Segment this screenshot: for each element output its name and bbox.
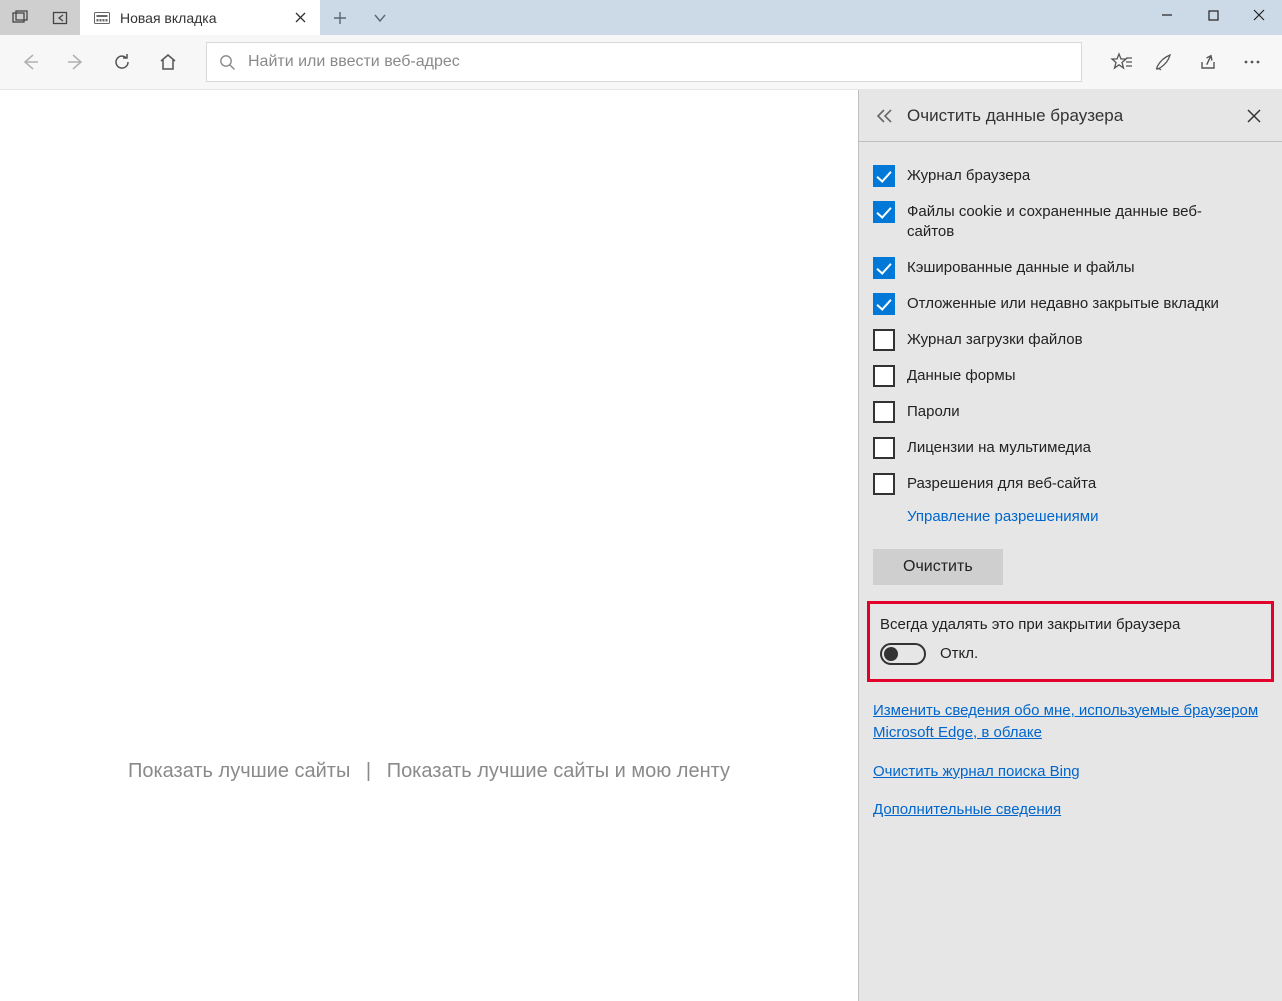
always-clear-toggle[interactable] xyxy=(880,643,926,665)
manage-permissions-link[interactable]: Управление разрешениями xyxy=(907,508,1268,525)
nav-home-button[interactable] xyxy=(146,40,190,84)
clear-data-option[interactable]: Лицензии на мультимедиа xyxy=(873,430,1268,466)
browser-tab[interactable]: Новая вкладка xyxy=(80,0,320,35)
plus-icon xyxy=(333,11,347,25)
clear-button[interactable]: Очистить xyxy=(873,549,1003,585)
always-clear-title: Всегда удалять это при закрытии браузера xyxy=(880,616,1261,633)
panel-title: Очистить данные браузера xyxy=(907,106,1230,126)
share-button[interactable] xyxy=(1186,40,1230,84)
checkbox-label: Файлы cookie и сохраненные данные веб-са… xyxy=(907,201,1247,243)
checkbox[interactable] xyxy=(873,365,895,387)
nav-back-button[interactable] xyxy=(8,40,52,84)
tab-title: Новая вкладка xyxy=(120,10,280,26)
toggle-state-label: Откл. xyxy=(940,645,978,662)
panel-back-button[interactable] xyxy=(871,102,899,130)
panel-header: Очистить данные браузера xyxy=(859,90,1282,142)
checkbox-label: Данные формы xyxy=(907,365,1015,386)
toggle-knob xyxy=(884,647,898,661)
window-maximize-button[interactable] xyxy=(1190,0,1236,30)
cloud-info-link[interactable]: Изменить сведения обо мне, используемые … xyxy=(873,700,1268,745)
clear-data-option[interactable]: Пароли xyxy=(873,394,1268,430)
clear-data-option[interactable]: Отложенные или недавно закрытые вкладки xyxy=(873,286,1268,322)
arrow-left-icon xyxy=(20,52,40,72)
checkbox[interactable] xyxy=(873,293,895,315)
refresh-icon xyxy=(112,52,132,72)
lines-icon xyxy=(1126,56,1132,68)
checkbox[interactable] xyxy=(873,201,895,223)
checkbox[interactable] xyxy=(873,437,895,459)
arrow-right-icon xyxy=(66,52,86,72)
address-bar[interactable] xyxy=(206,42,1082,82)
checkbox[interactable] xyxy=(873,165,895,187)
favorites-button[interactable] xyxy=(1098,40,1142,84)
checkbox-label: Журнал загрузки файлов xyxy=(907,329,1083,350)
checkbox[interactable] xyxy=(873,401,895,423)
minimize-icon xyxy=(1161,9,1173,21)
checkbox-label: Кэшированные данные и файлы xyxy=(907,257,1135,278)
clear-data-option[interactable]: Данные формы xyxy=(873,358,1268,394)
set-aside-icon xyxy=(52,10,68,26)
clear-data-option[interactable]: Кэшированные данные и файлы xyxy=(873,250,1268,286)
chevron-double-left-icon xyxy=(876,109,894,123)
address-input[interactable] xyxy=(248,53,1069,71)
clear-data-option[interactable]: Журнал браузера xyxy=(873,158,1268,194)
pen-icon xyxy=(1154,52,1174,72)
clear-data-option[interactable]: Разрешения для веб-сайта xyxy=(873,466,1268,502)
more-button[interactable] xyxy=(1230,40,1274,84)
reading-list-button[interactable] xyxy=(1142,40,1186,84)
new-tab-button[interactable] xyxy=(320,0,360,35)
search-icon xyxy=(219,54,236,71)
window-close-button[interactable] xyxy=(1236,0,1282,30)
more-horizontal-icon xyxy=(1242,52,1262,72)
checkbox-label: Разрешения для веб-сайта xyxy=(907,473,1096,494)
more-info-link[interactable]: Дополнительные сведения xyxy=(873,799,1268,822)
nav-forward-button[interactable] xyxy=(54,40,98,84)
maximize-icon xyxy=(1208,10,1219,21)
tab-close-button[interactable] xyxy=(290,8,310,28)
share-icon xyxy=(1198,52,1218,72)
close-icon xyxy=(1253,9,1265,21)
checkbox-label: Журнал браузера xyxy=(907,165,1030,186)
clear-bing-history-link[interactable]: Очистить журнал поиска Bing xyxy=(873,761,1268,784)
new-tab-page: Показать лучшие сайты | Показать лучшие … xyxy=(0,90,858,1001)
always-clear-highlight: Всегда удалять это при закрытии браузера… xyxy=(867,601,1274,682)
close-icon xyxy=(295,12,306,23)
checkbox-label: Лицензии на мультимедиа xyxy=(907,437,1091,458)
set-aside-tabs-button[interactable] xyxy=(40,0,80,35)
clear-data-option[interactable]: Файлы cookie и сохраненные данные веб-са… xyxy=(873,194,1268,250)
close-icon xyxy=(1247,109,1261,123)
checkbox[interactable] xyxy=(873,473,895,495)
panel-close-button[interactable] xyxy=(1238,100,1270,132)
browser-toolbar xyxy=(0,35,1282,90)
clear-browsing-data-panel: Очистить данные браузера Журнал браузера… xyxy=(858,90,1282,1001)
titlebar: Новая вкладка xyxy=(0,0,1282,35)
checkbox[interactable] xyxy=(873,257,895,279)
window-controls xyxy=(1144,0,1282,30)
show-top-sites-link[interactable]: Показать лучшие сайты xyxy=(128,760,350,782)
divider: | xyxy=(366,760,371,782)
clear-data-option[interactable]: Журнал загрузки файлов xyxy=(873,322,1268,358)
chevron-down-icon xyxy=(373,11,387,25)
show-top-sites-and-feed-link[interactable]: Показать лучшие сайты и мою ленту xyxy=(387,760,730,782)
tabs-overview-icon xyxy=(12,10,28,26)
checkbox-label: Отложенные или недавно закрытые вкладки xyxy=(907,293,1219,314)
newtab-favicon xyxy=(94,10,110,26)
tab-actions-button[interactable] xyxy=(360,0,400,35)
window-minimize-button[interactable] xyxy=(1144,0,1190,30)
checkbox[interactable] xyxy=(873,329,895,351)
checkbox-label: Пароли xyxy=(907,401,960,422)
nav-refresh-button[interactable] xyxy=(100,40,144,84)
tab-preview-button[interactable] xyxy=(0,0,40,35)
home-icon xyxy=(158,52,178,72)
